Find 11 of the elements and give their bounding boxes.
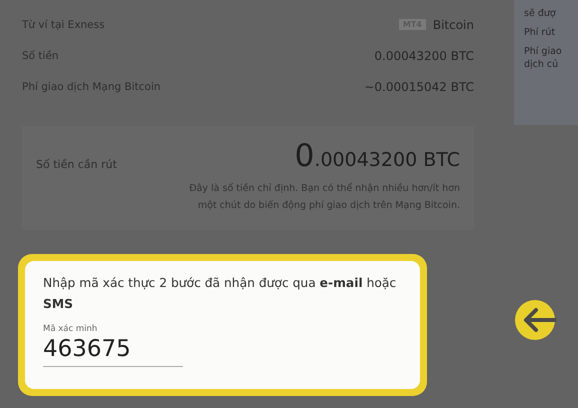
code-field[interactable]: Mã xác minh 463675 (43, 324, 183, 367)
detail-value: Bitcoin (432, 18, 474, 32)
info-text: sẽ đượ (524, 8, 557, 19)
amount-value: 0.00043200 BTC (294, 138, 460, 174)
detail-value: ~0.00015042 BTC (364, 80, 474, 94)
verification-prompt: Nhập mã xác thực 2 bước đã nhận được qua e-mail hoặc SMS (43, 275, 398, 313)
info-text: Phí giao (524, 46, 563, 57)
amount-label: Số tiền cần rút (36, 158, 117, 171)
info-text: dịch củ (524, 59, 560, 70)
info-text: Phí rút (524, 27, 556, 38)
detail-value: 0.00043200 BTC (374, 48, 474, 62)
